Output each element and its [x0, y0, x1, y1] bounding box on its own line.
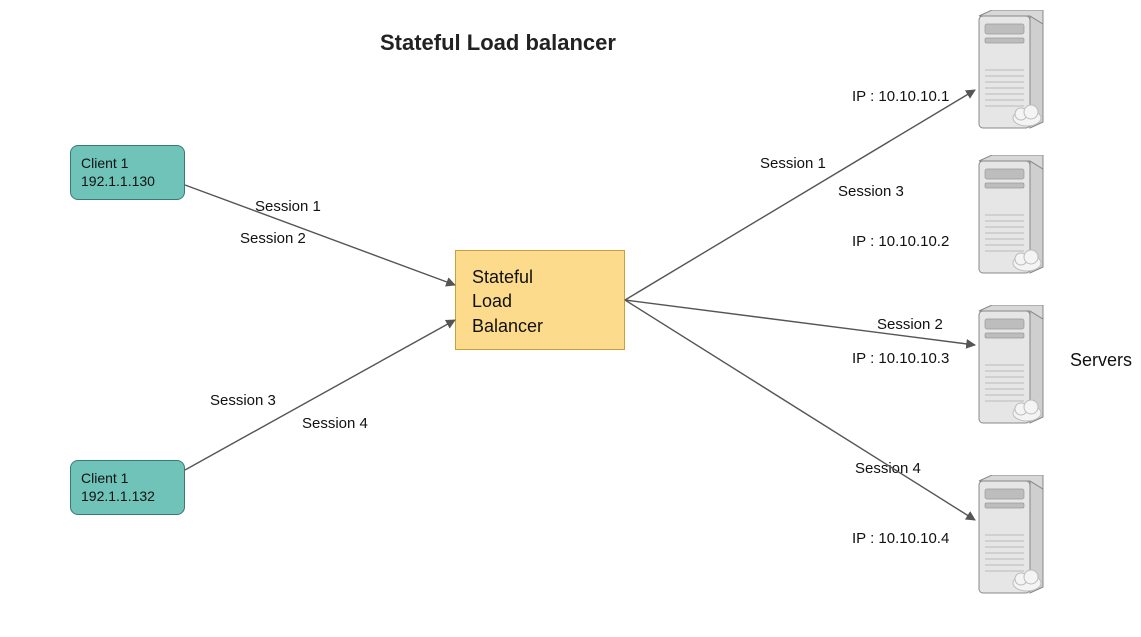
label-session-4-right: Session 4 — [855, 460, 921, 477]
client-1-name: Client 1 — [81, 154, 174, 172]
load-balancer-box: Stateful Load Balancer — [455, 250, 625, 350]
client-2-name: Client 1 — [81, 469, 174, 487]
servers-heading: Servers — [1070, 350, 1132, 371]
client-1-ip: 192.1.1.130 — [81, 172, 174, 190]
client-1-box: Client 1 192.1.1.130 — [70, 145, 185, 200]
label-session-3-right: Session 3 — [838, 183, 904, 200]
label-session-2-right: Session 2 — [877, 316, 943, 333]
label-session-1-right: Session 1 — [760, 155, 826, 172]
server-4-ip-label: IP : 10.10.10.4 — [852, 530, 949, 547]
server-4-icon — [975, 475, 1045, 595]
label-session-2-left: Session 2 — [240, 230, 306, 247]
lb-line3: Balancer — [472, 314, 608, 338]
server-2-icon — [975, 155, 1045, 275]
client-2-box: Client 1 192.1.1.132 — [70, 460, 185, 515]
server-2-ip-label: IP : 10.10.10.2 — [852, 233, 949, 250]
diagram-title: Stateful Load balancer — [380, 30, 616, 56]
server-3-icon — [975, 305, 1045, 425]
label-session-4-left: Session 4 — [302, 415, 368, 432]
server-1-ip-label: IP : 10.10.10.1 — [852, 88, 949, 105]
client-2-ip: 192.1.1.132 — [81, 487, 174, 505]
label-session-3-left: Session 3 — [210, 392, 276, 409]
server-1-icon — [975, 10, 1045, 130]
lb-line2: Load — [472, 289, 608, 313]
server-3-ip-label: IP : 10.10.10.3 — [852, 350, 949, 367]
lb-line1: Stateful — [472, 265, 608, 289]
label-session-1-left: Session 1 — [255, 198, 321, 215]
